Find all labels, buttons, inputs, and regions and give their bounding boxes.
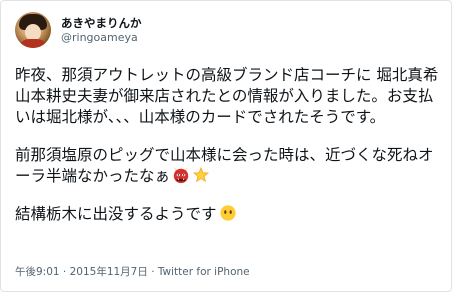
- meta-separator: ·: [147, 266, 158, 278]
- tweet-paragraph-3-text: 結構栃木に出没するようです: [15, 205, 217, 223]
- tweet-card: あきやまりんか @ringoameya 昨夜、那須アウトレットの高級ブランド店コ…: [0, 0, 452, 292]
- tweet-text: 昨夜、那須アウトレットの高級ブランド店コーチに 堀北真希 山本耕史夫妻が御来店さ…: [15, 65, 441, 225]
- tweet-source[interactable]: Twitter for iPhone: [158, 266, 250, 278]
- tweet-paragraph-2-text: 前那須塩原のピッグで山本様に会った時は、近づくな死ねオーラ半端なかったなぁ: [15, 146, 434, 185]
- face-without-mouth-emoji: [219, 205, 236, 221]
- avatar[interactable]: [15, 12, 51, 48]
- avatar-body: [19, 39, 47, 48]
- glowing-star-emoji: [192, 166, 210, 183]
- ogre-face-emoji: [173, 166, 189, 184]
- tweet-paragraph-2: 前那須塩原のピッグで山本様に会った時は、近づくな死ねオーラ半端なかったなぁ: [15, 145, 441, 187]
- tweet-timestamp[interactable]: 午後9:01 · 2015年11月7日: [15, 266, 148, 278]
- author-display-name[interactable]: あきやまりんか: [61, 16, 142, 31]
- tweet-paragraph-1: 昨夜、那須アウトレットの高級ブランド店コーチに 堀北真希 山本耕史夫妻が御来店さ…: [15, 66, 444, 126]
- author-names: あきやまりんか @ringoameya: [61, 16, 142, 45]
- tweet-meta: 午後9:01 · 2015年11月7日 · Twitter for iPhone: [15, 265, 250, 279]
- tweet-paragraph-3: 結構栃木に出没するようです: [15, 204, 441, 225]
- tweet-header: あきやまりんか @ringoameya: [15, 12, 142, 48]
- author-handle[interactable]: @ringoameya: [61, 31, 142, 45]
